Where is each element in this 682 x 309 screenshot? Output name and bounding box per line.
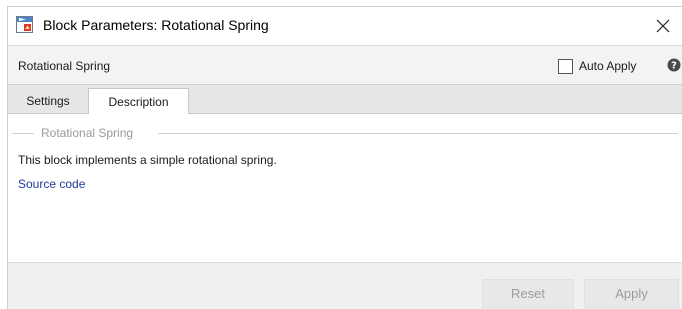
description-text: This block implements a simple rotationa… [18, 153, 277, 167]
checkbox-box[interactable] [558, 58, 573, 74]
help-icon[interactable]: ? [667, 58, 681, 72]
description-panel: Rotational Spring This block implements … [8, 114, 682, 262]
reset-button[interactable]: Reset [482, 279, 574, 308]
block-name-label: Rotational Spring [18, 59, 111, 73]
apply-button[interactable]: Apply [584, 279, 679, 308]
block-parameters-dialog: Block Parameters: Rotational Spring Rota… [7, 6, 682, 309]
group-divider-left [12, 133, 34, 134]
tab-description[interactable]: Description [88, 88, 189, 115]
dialog-footer: Reset Apply [8, 262, 682, 309]
window-title: Block Parameters: Rotational Spring [43, 17, 269, 33]
close-icon [656, 19, 670, 33]
tab-bar: Settings Description [8, 85, 682, 115]
block-header: Rotational Spring Auto Apply ? [8, 45, 682, 85]
group-title: Rotational Spring [41, 126, 134, 140]
source-code-link[interactable]: Source code [18, 177, 85, 191]
auto-apply-label: Auto Apply [579, 59, 637, 73]
tab-settings[interactable]: Settings [8, 88, 88, 114]
group-divider-right [158, 133, 678, 134]
close-button[interactable] [643, 7, 682, 45]
svg-text:?: ? [671, 61, 677, 72]
simulink-block-icon [16, 16, 33, 33]
auto-apply-checkbox[interactable]: Auto Apply [558, 57, 636, 75]
title-bar: Block Parameters: Rotational Spring [8, 7, 682, 45]
